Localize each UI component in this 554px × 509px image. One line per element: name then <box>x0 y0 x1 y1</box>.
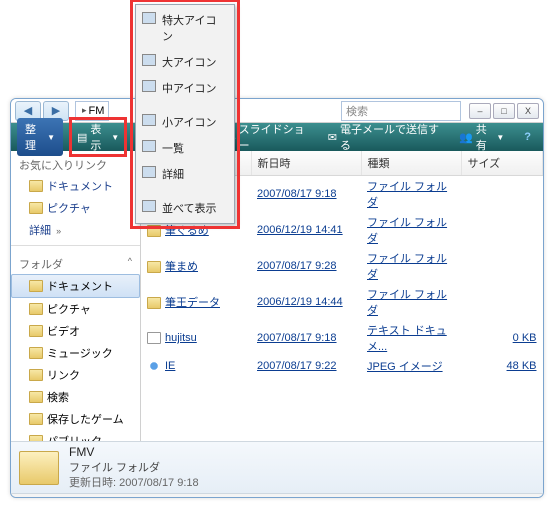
folder-icon <box>29 180 43 192</box>
folder-icon <box>29 202 43 214</box>
explorer-window: ◀ ▶ ▸ FM 検索 – □ X 整理▼ ▤ 表示▼ ▶ スライドショー <box>10 98 544 498</box>
help-button[interactable]: ? <box>518 129 537 145</box>
details-pane: FMV ファイル フォルダ 更新日時: 2007/08/17 9:18 <box>11 441 543 493</box>
status-bar: 1 個選択 コンピュータ <box>11 493 543 498</box>
details-type: ファイル フォルダ <box>69 461 199 476</box>
share-icon: 👥 <box>459 131 473 144</box>
folder-tree-item[interactable]: ミュージック <box>11 342 140 364</box>
details-date: 2007/08/17 9:18 <box>119 477 199 489</box>
view-menu-item[interactable]: 小アイコン <box>138 109 232 135</box>
folder-tree-item[interactable]: ドキュメント <box>11 274 140 298</box>
folder-icon <box>29 303 43 315</box>
folder-tree-item[interactable]: 検索 <box>11 386 140 408</box>
col-size[interactable]: サイズ <box>461 151 543 176</box>
maximize-button[interactable]: □ <box>493 103 515 119</box>
command-bar: 整理▼ ▤ 表示▼ ▶ スライドショー ✉ 電子メールで送信する 👥 共有▼ ? <box>11 123 543 151</box>
view-size-icon <box>142 140 156 152</box>
folder-icon <box>29 413 43 425</box>
selection-count: 1 個選択 <box>19 496 61 499</box>
share-button[interactable]: 👥 共有▼ <box>453 119 510 155</box>
folder-icon <box>29 435 43 441</box>
details-date-label: 更新日時: <box>69 477 116 489</box>
folder-icon <box>29 280 43 292</box>
favorite-link[interactable]: ドキュメント <box>11 175 140 197</box>
favorite-link[interactable]: ピクチャ <box>11 197 140 219</box>
folder-tree-item[interactable]: ピクチャ <box>11 298 140 320</box>
chevron-down-icon: » <box>56 226 61 236</box>
view-size-icon <box>142 80 156 92</box>
computer-icon <box>451 498 465 499</box>
caret-down-icon: ▼ <box>47 133 55 142</box>
minimize-button[interactable]: – <box>469 103 491 119</box>
view-size-icon <box>142 12 156 24</box>
views-icon: ▤ <box>77 131 87 144</box>
chevron-right-icon: ▸ <box>82 105 87 116</box>
col-type[interactable]: 種類 <box>361 151 461 176</box>
folder-icon <box>29 325 43 337</box>
help-icon: ? <box>524 131 531 143</box>
more-link[interactable]: 詳細 » <box>11 219 140 241</box>
search-input[interactable]: 検索 <box>341 101 461 121</box>
view-size-icon <box>142 166 156 178</box>
details-title: FMV <box>69 444 199 461</box>
breadcrumb-item[interactable]: FM <box>89 105 105 117</box>
view-menu-item[interactable]: 詳細 <box>138 161 232 187</box>
folder-icon <box>29 347 43 359</box>
caret-down-icon: ▼ <box>111 133 119 142</box>
status-computer: コンピュータ <box>451 496 535 499</box>
table-row[interactable]: 筆まめ2007/08/17 9:28ファイル フォルダ <box>141 248 543 284</box>
folder-icon <box>147 261 161 273</box>
folder-icon <box>19 451 59 485</box>
close-button[interactable]: X <box>517 103 539 119</box>
view-menu: 特大アイコン大アイコン中アイコン小アイコン一覧詳細並べて表示 <box>135 4 235 224</box>
favorites-header: お気に入りリンク <box>11 151 140 175</box>
view-menu-item[interactable]: 中アイコン <box>138 75 232 101</box>
mail-icon: ✉ <box>328 131 337 144</box>
folder-icon <box>29 369 43 381</box>
table-row[interactable]: hujitsu2007/08/17 9:18テキスト ドキュメ...0 KB <box>141 320 543 356</box>
folder-icon <box>147 297 161 309</box>
view-size-icon <box>142 54 156 66</box>
navigation-pane: お気に入りリンク ドキュメントピクチャ 詳細 » フォルダ ^ ドキュメントピク… <box>11 151 141 441</box>
slideshow-button[interactable]: ▶ スライドショー <box>221 119 314 155</box>
view-menu-item[interactable]: 並べて表示 <box>138 195 232 221</box>
folder-tree-item[interactable]: パブリック <box>11 430 140 441</box>
views-button[interactable]: ▤ 表示▼ <box>71 119 125 155</box>
search-placeholder: 検索 <box>346 103 368 119</box>
breadcrumb[interactable]: ▸ FM <box>75 101 109 121</box>
folder-icon <box>147 225 161 237</box>
folder-tree-item[interactable]: ビデオ <box>11 320 140 342</box>
file-icon <box>147 332 161 344</box>
chevron-up-icon: ^ <box>128 256 132 266</box>
view-size-icon <box>142 114 156 126</box>
table-row[interactable]: IE2007/08/17 9:22JPEG イメージ48 KB <box>141 356 543 376</box>
caret-down-icon: ▼ <box>496 133 504 142</box>
folder-tree-item[interactable]: 保存したゲーム <box>11 408 140 430</box>
view-menu-item[interactable]: 大アイコン <box>138 49 232 75</box>
folder-icon <box>29 391 43 403</box>
col-date[interactable]: 新日時 <box>251 151 361 176</box>
view-menu-item[interactable]: 一覧 <box>138 135 232 161</box>
folders-header[interactable]: フォルダ ^ <box>11 250 140 274</box>
email-button[interactable]: ✉ 電子メールで送信する <box>322 119 445 155</box>
view-size-icon <box>142 200 156 212</box>
view-menu-item[interactable]: 特大アイコン <box>138 7 232 49</box>
table-row[interactable]: 筆王データ2006/12/19 14:44ファイル フォルダ <box>141 284 543 320</box>
folder-tree-item[interactable]: リンク <box>11 364 140 386</box>
ie-icon <box>147 360 161 372</box>
